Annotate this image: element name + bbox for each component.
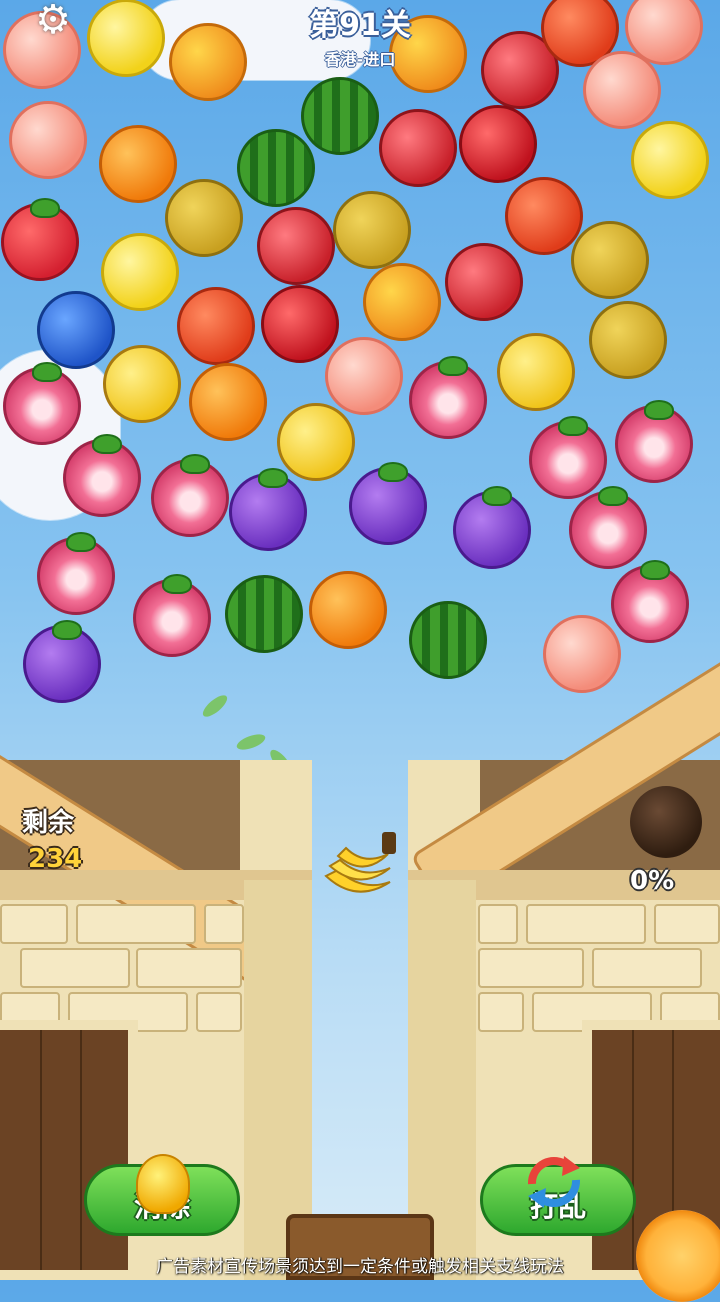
banana-fruit <box>103 345 181 423</box>
watermelon-fruit <box>301 77 379 155</box>
dragonfruit-fruit <box>133 574 211 657</box>
remaining-label: 剩余 <box>22 808 75 838</box>
strawberry-fruit <box>1 198 79 281</box>
level-title: 第91关 <box>309 8 411 43</box>
durian-fruit <box>333 191 411 269</box>
orange-fruit <box>189 363 267 441</box>
banana-fruit <box>277 403 355 481</box>
tomato-fruit <box>505 177 583 255</box>
dragonfruit-fruit <box>615 400 693 483</box>
remaining-count: 234 <box>28 844 83 874</box>
game-stage[interactable]: ⚙ 第91关 香港-进口 剩余 234 0% 打乱 广告素材宣传场景须达到一定条… <box>0 0 720 1302</box>
pomegranate-fruit <box>257 207 335 285</box>
peach-fruit <box>583 51 661 129</box>
lemon-fruit <box>87 0 165 77</box>
progress-percent: 0% <box>630 866 675 896</box>
dragonfruit-fruit <box>611 560 689 643</box>
current-shot-banana[interactable] <box>316 826 402 912</box>
grape-fruit <box>229 468 307 551</box>
dragonfruit-fruit <box>3 362 81 445</box>
watermelon-fruit <box>225 575 303 653</box>
grape-fruit <box>23 620 101 703</box>
orange-fruit <box>99 125 177 203</box>
banana-fruit <box>497 333 575 411</box>
apple-fruit <box>459 105 537 183</box>
orange-fruit <box>309 571 387 649</box>
grape-fruit <box>349 462 427 545</box>
apple-fruit <box>261 285 339 363</box>
lightbulb-icon[interactable] <box>136 1154 190 1214</box>
ad-disclaimer: 广告素材宣传场景须达到一定条件或触发相关支线玩法 <box>156 1257 564 1277</box>
peach-fruit <box>543 615 621 693</box>
dragonfruit-fruit <box>151 454 229 537</box>
durian-fruit <box>165 179 243 257</box>
lemon-fruit <box>631 121 709 199</box>
tomato-fruit <box>177 287 255 365</box>
durian-fruit <box>571 221 649 299</box>
durian-fruit <box>589 301 667 379</box>
lemon-fruit <box>101 233 179 311</box>
level-subtitle: 香港-进口 <box>324 50 396 69</box>
mango-fruit <box>169 23 247 101</box>
watermelon-fruit <box>409 601 487 679</box>
dragonfruit-fruit <box>409 356 487 439</box>
shuffle-icon[interactable] <box>524 1154 584 1210</box>
grape-fruit <box>453 486 531 569</box>
dragonfruit-fruit <box>529 416 607 499</box>
pomegranate-fruit <box>445 243 523 321</box>
watermelon-fruit <box>237 129 315 207</box>
blueberry-fruit <box>37 291 115 369</box>
peach-fruit <box>325 337 403 415</box>
dragonfruit-fruit <box>63 434 141 517</box>
pomegranate-fruit <box>379 109 457 187</box>
dragonfruit-fruit <box>37 532 115 615</box>
mango-fruit <box>363 263 441 341</box>
gear-icon[interactable]: ⚙ <box>30 0 76 40</box>
peach-fruit <box>9 101 87 179</box>
dragonfruit-fruit <box>569 486 647 569</box>
bomb-icon <box>630 786 702 858</box>
